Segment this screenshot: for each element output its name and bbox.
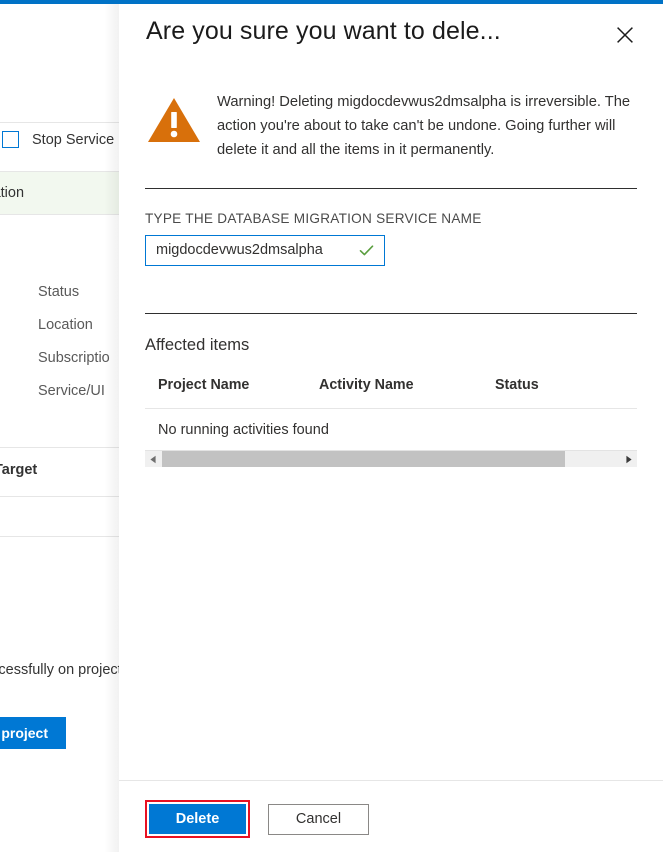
- warning-triangle-icon: [145, 92, 203, 150]
- background-blade-content: Stop Service our first migration Status …: [0, 4, 119, 852]
- affected-items-title: Affected items: [145, 336, 637, 355]
- affected-items-table: Project Name Activity Name Status No run…: [145, 377, 637, 467]
- blade-divider: [0, 496, 119, 497]
- blade-divider: [0, 536, 119, 537]
- success-banner-text: our first migration: [0, 185, 24, 201]
- column-header-project-name[interactable]: Project Name: [145, 377, 319, 393]
- dialog-title: Are you sure you want to dele...: [146, 17, 501, 46]
- warning-message: Warning! Deleting migdocdevwus2dmsalpha …: [145, 90, 637, 162]
- confirm-field-label: TYPE THE DATABASE MIGRATION SERVICE NAME: [145, 211, 637, 226]
- blade-target-label: Target: [0, 462, 37, 478]
- table-horizontal-scrollbar[interactable]: [145, 450, 637, 467]
- scrollbar-thumb[interactable]: [162, 451, 565, 467]
- cancel-button[interactable]: Cancel: [268, 804, 369, 835]
- stop-service-label: Stop Service: [32, 132, 114, 148]
- delete-confirmation-dialog: Are you sure you want to dele... Warning…: [119, 4, 663, 852]
- caret-right-icon[interactable]: [620, 451, 637, 467]
- dialog-body: Warning! Deleting migdocdevwus2dmsalpha …: [119, 90, 663, 467]
- footer-buttons: Delete Cancel: [145, 800, 369, 838]
- blade-divider: [0, 122, 119, 123]
- table-empty-message: No running activities found: [145, 422, 329, 438]
- warning-block: Warning! Deleting migdocdevwus2dmsalpha …: [145, 90, 637, 162]
- blade-divider: [0, 447, 119, 448]
- divider-top: [145, 188, 637, 189]
- blade-notice-text: was successfully on project now.: [0, 659, 119, 681]
- divider-bottom: [145, 313, 637, 314]
- delete-button[interactable]: Delete: [149, 804, 246, 834]
- blade-cta-button[interactable]: ation project: [0, 717, 66, 749]
- confirm-name-input[interactable]: [146, 236, 352, 265]
- success-banner: our first migration: [0, 171, 119, 215]
- close-icon[interactable]: [612, 22, 638, 48]
- top-accent-bar: [0, 0, 663, 4]
- background-blade: Stop Service our first migration Status …: [0, 4, 119, 852]
- dialog-header: Are you sure you want to dele...: [119, 4, 663, 70]
- blade-cta-label: ation project: [0, 725, 48, 741]
- column-header-status[interactable]: Status: [495, 377, 624, 393]
- checkmark-icon: [358, 242, 375, 259]
- stop-service-row[interactable]: Stop Service: [2, 131, 114, 148]
- column-header-activity-name[interactable]: Activity Name: [319, 377, 495, 393]
- confirm-field-wrapper[interactable]: [145, 235, 385, 266]
- stop-service-checkbox[interactable]: [2, 131, 19, 148]
- delete-button-highlight: Delete: [145, 800, 250, 838]
- dialog-footer: Delete Cancel: [119, 780, 663, 852]
- dialog-shadow: [104, 4, 119, 852]
- screen: Stop Service our first migration Status …: [0, 0, 663, 852]
- table-header-row: Project Name Activity Name Status: [145, 377, 637, 409]
- caret-left-icon[interactable]: [145, 451, 162, 467]
- table-row: No running activities found: [145, 409, 637, 450]
- scrollbar-track[interactable]: [162, 451, 620, 467]
